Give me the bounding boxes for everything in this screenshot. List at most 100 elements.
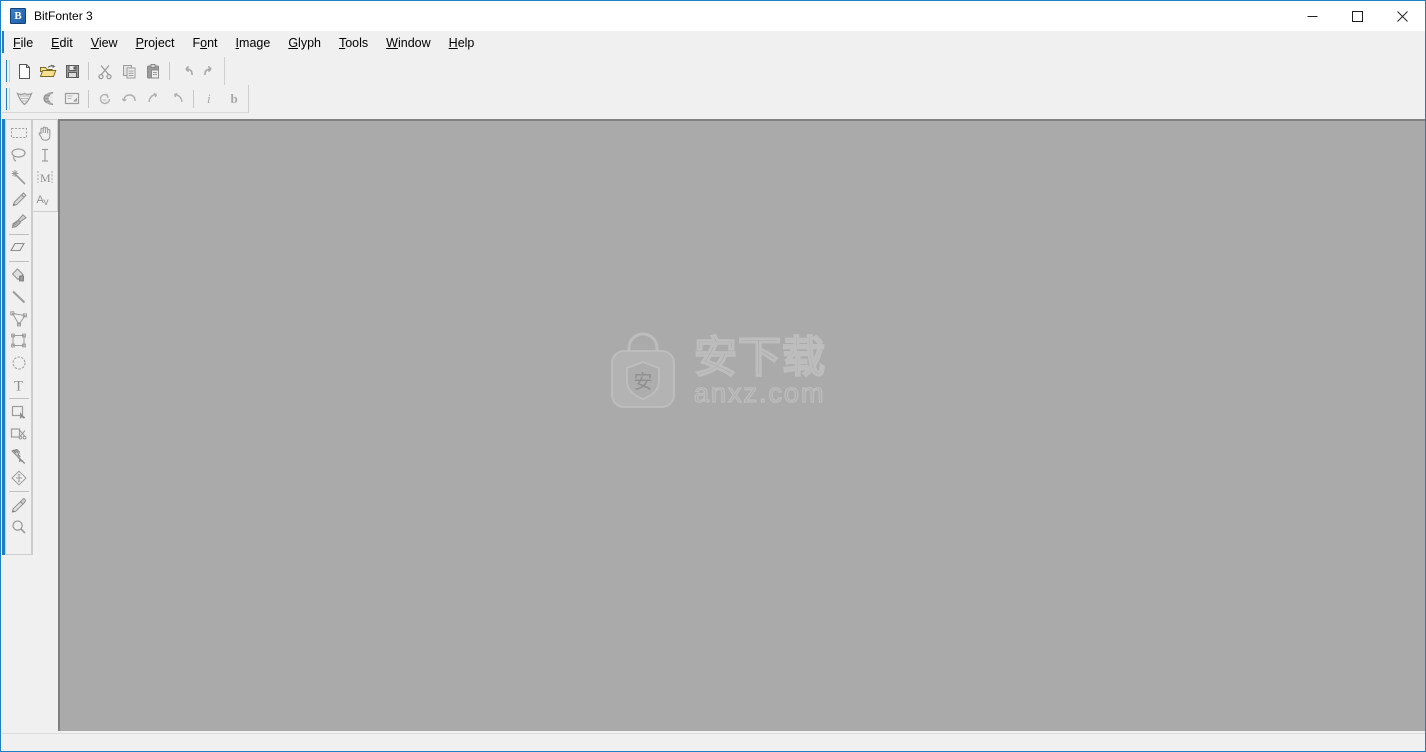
bold-button[interactable]: b: [222, 87, 246, 111]
close-icon: [1397, 10, 1408, 22]
status-bar: [2, 733, 1425, 751]
tool-palette: T M A v: [2, 119, 58, 555]
hand-tool-button[interactable]: [33, 122, 57, 144]
new-document-icon: [18, 63, 30, 79]
kerning-tool-button[interactable]: A v: [33, 188, 57, 210]
rotate-ccw-icon: [173, 92, 183, 103]
crop-select-tool-icon: [11, 405, 25, 419]
minimize-button[interactable]: [1290, 1, 1335, 31]
eraser-tool-icon: [9, 242, 25, 251]
minimize-icon: [1307, 15, 1318, 17]
brush-tool-icon: [11, 213, 27, 228]
menu-item-image[interactable]: Image: [227, 32, 280, 53]
toolbar-drag-grip[interactable]: [6, 60, 10, 82]
flip-horizontal-button[interactable]: [117, 87, 141, 111]
magic-wand-tool-button[interactable]: [7, 166, 31, 188]
toolbar-separator: [193, 89, 194, 108]
cut-button[interactable]: [93, 59, 117, 83]
paste-button[interactable]: [141, 59, 165, 83]
rotate-ccw-button[interactable]: [165, 87, 189, 111]
undo-button[interactable]: [174, 59, 198, 83]
window-title: BitFonter 3: [34, 9, 93, 23]
text-cursor-tool-button[interactable]: [33, 144, 57, 166]
flip-horizontal-icon: [121, 94, 136, 102]
workspace-canvas[interactable]: 安 安下载 anxz.com: [58, 119, 1425, 731]
maximize-button[interactable]: [1335, 1, 1380, 31]
rectangle-tool-button[interactable]: [7, 330, 31, 352]
kerning-tool-icon: A v: [37, 194, 49, 208]
watermark-site-text: anxz.com: [693, 378, 826, 408]
font-window-button[interactable]: [12, 87, 36, 111]
menu-post: lyph: [298, 35, 321, 50]
transform-tool-button[interactable]: [7, 467, 31, 489]
svg-text:i: i: [207, 91, 211, 106]
ellipse-tool-button[interactable]: [7, 352, 31, 374]
marquee-select-tool-button[interactable]: [7, 122, 31, 144]
preview-window-button[interactable]: [60, 87, 84, 111]
open-folder-button[interactable]: [36, 59, 60, 83]
menu-acc: W: [386, 35, 398, 50]
menu-post: elp: [457, 35, 475, 50]
tool-separator: [8, 234, 29, 235]
menu-item-glyph[interactable]: Glyph: [279, 32, 330, 53]
crop-select-tool-button[interactable]: [7, 401, 31, 423]
cut-region-tool-button[interactable]: [7, 423, 31, 445]
menu-item-font[interactable]: Font: [184, 32, 227, 53]
eyedropper-tool-button[interactable]: [7, 494, 31, 516]
copy-icon: [122, 64, 135, 78]
lasso-select-tool-button[interactable]: [7, 144, 31, 166]
menu-bar: File Edit View Project Font Image Glyph …: [2, 31, 1425, 53]
line-tool-button[interactable]: [7, 286, 31, 308]
maximize-icon: [1352, 10, 1363, 22]
italic-button[interactable]: i: [198, 87, 222, 111]
toolbar-separator: [88, 89, 89, 108]
bitfonter-app-icon: B: [10, 8, 26, 24]
save-disk-icon: [65, 64, 79, 78]
menu-item-project[interactable]: Project: [127, 32, 184, 53]
toolbar-drag-grip[interactable]: [6, 87, 10, 110]
metrics-tool-button[interactable]: M: [33, 166, 57, 188]
close-button[interactable]: [1380, 1, 1425, 31]
menu-item-tools[interactable]: Tools: [330, 32, 377, 53]
polygon-tool-button[interactable]: [7, 308, 31, 330]
menu-acc: F: [13, 35, 21, 50]
menu-item-edit[interactable]: Edit: [42, 32, 82, 53]
menu-item-window[interactable]: Window: [377, 32, 439, 53]
main-toolbar: [2, 57, 1425, 85]
line-tool-icon: [11, 290, 25, 304]
cut-scissors-icon: [97, 64, 112, 79]
brush-tool-button[interactable]: [7, 210, 31, 232]
glyph-window-button[interactable]: [36, 87, 60, 111]
transform-tool-icon: [10, 470, 27, 486]
menu-acc: V: [90, 35, 99, 50]
type-tool-button[interactable]: T: [7, 374, 31, 396]
eraser-tool-button[interactable]: [7, 237, 31, 259]
copy-button[interactable]: [117, 59, 141, 83]
menu-item-help[interactable]: Help: [440, 32, 484, 53]
type-tool-icon: T: [14, 379, 23, 394]
paste-clipboard-icon: [146, 63, 159, 78]
paint-bucket-tool-button[interactable]: [7, 264, 31, 286]
pencil-tool-button[interactable]: [7, 188, 31, 210]
font-window-icon: [15, 92, 33, 106]
hand-tool-icon: [38, 126, 51, 141]
menu-item-view[interactable]: View: [82, 32, 127, 53]
save-button[interactable]: [60, 59, 84, 83]
main-toolbar-panel: [2, 57, 225, 85]
marquee-select-tool-icon: [10, 128, 27, 138]
svg-text:T: T: [14, 379, 23, 394]
tool-separator: [8, 491, 29, 492]
anxz-badge-char: 安: [633, 371, 652, 393]
bold-icon: b: [230, 91, 237, 106]
new-document-button[interactable]: [12, 59, 36, 83]
app-icon-letter: B: [14, 9, 22, 22]
redo-button[interactable]: [198, 59, 222, 83]
menu-item-file[interactable]: File: [4, 32, 42, 53]
menu-post: ools: [345, 35, 369, 50]
anxz-bag-logo: 安: [606, 331, 680, 411]
tool-palette-column-right: M A v: [32, 119, 58, 212]
zoom-tool-button[interactable]: [7, 516, 31, 538]
rotate-180-button[interactable]: ∞: [93, 87, 117, 111]
rotate-cw-button[interactable]: [141, 87, 165, 111]
smudge-tool-button[interactable]: [7, 445, 31, 467]
